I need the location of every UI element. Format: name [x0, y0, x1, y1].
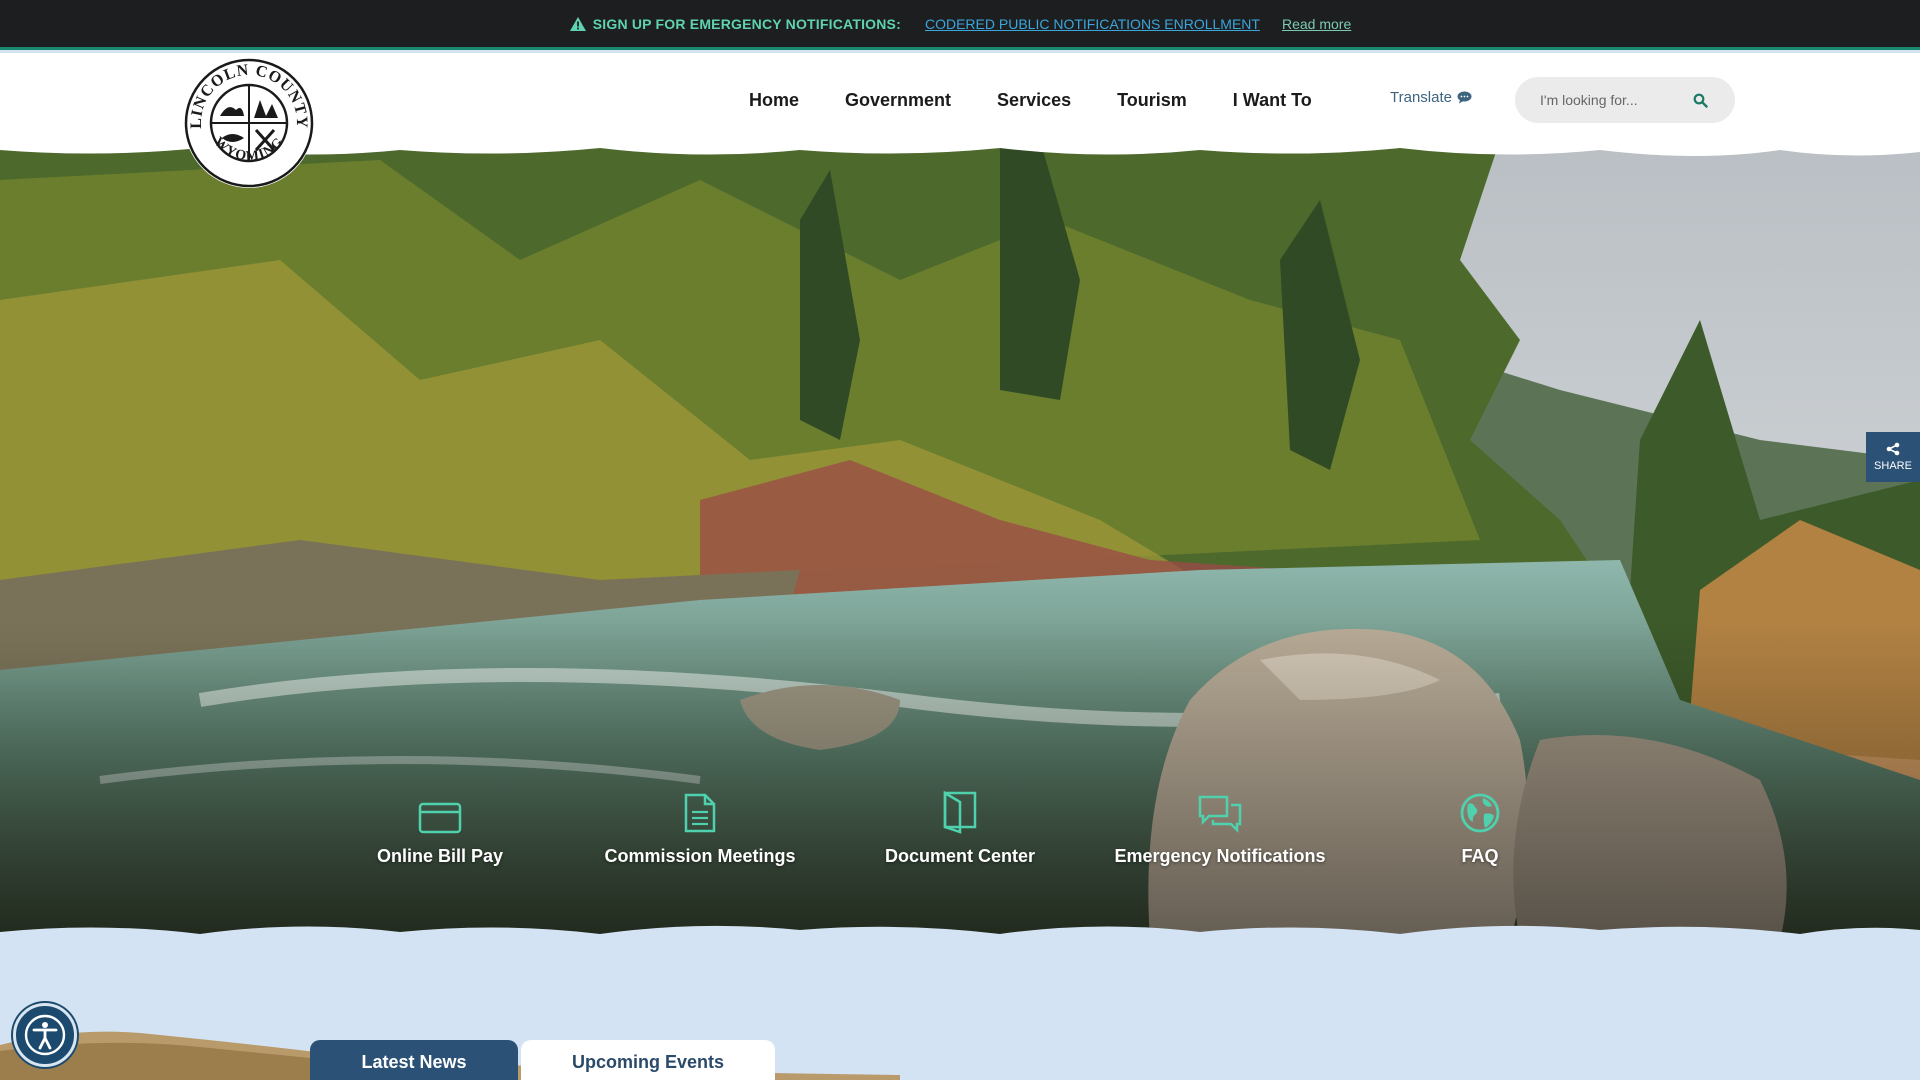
- share-label: SHARE: [1874, 460, 1912, 472]
- accessibility-icon: [24, 1014, 66, 1056]
- quicklink-document-center[interactable]: Document Center: [830, 788, 1090, 867]
- nav-tourism[interactable]: Tourism: [1117, 90, 1187, 111]
- tab-latest-news[interactable]: Latest News: [310, 1040, 518, 1080]
- news-events-tabs: Latest News Upcoming Events: [310, 1040, 775, 1080]
- document-icon: [684, 793, 716, 833]
- quicklink-label: Document Center: [884, 846, 1036, 866]
- quicklink-faq[interactable]: FAQ: [1350, 788, 1610, 867]
- tab-upcoming-events[interactable]: Upcoming Events: [521, 1040, 775, 1080]
- credit-card-icon: [418, 802, 462, 834]
- content-section: [0, 935, 1920, 1080]
- alert-label: SIGN UP FOR EMERGENCY NOTIFICATIONS:: [592, 15, 901, 32]
- nav-i-want-to[interactable]: I Want To: [1233, 90, 1312, 111]
- search-input[interactable]: [1515, 92, 1685, 108]
- warning-icon: [569, 16, 586, 31]
- main-nav: Home Government Services Tourism I Want …: [749, 53, 1358, 147]
- accessibility-button[interactable]: [13, 1003, 77, 1067]
- quicklink-emergency-notifications[interactable]: Emergency Notifications: [1090, 788, 1350, 867]
- share-icon: [1886, 442, 1900, 456]
- search-box: [1515, 77, 1735, 123]
- nav-government[interactable]: Government: [845, 90, 951, 111]
- codered-enrollment-link[interactable]: CODERED PUBLIC NOTIFICATIONS ENROLLMENT: [925, 16, 1260, 32]
- quicklink-commission-meetings[interactable]: Commission Meetings: [570, 788, 830, 867]
- search-button[interactable]: [1685, 85, 1715, 115]
- quicklink-label: Online Bill Pay: [376, 846, 504, 866]
- quicklink-label: FAQ: [1461, 846, 1499, 866]
- county-seal-logo[interactable]: LINCOLN COUNTY WYOMING: [184, 58, 314, 188]
- read-more-link[interactable]: Read more: [1282, 16, 1351, 32]
- alert-bar: SIGN UP FOR EMERGENCY NOTIFICATIONS: COD…: [0, 0, 1920, 50]
- chat-bubbles-icon: [1198, 795, 1242, 834]
- nav-home[interactable]: Home: [749, 90, 799, 111]
- translate-button[interactable]: Translate: [1390, 89, 1472, 106]
- quicklink-label: Emergency Notifications: [1114, 846, 1326, 866]
- county-seal-icon: LINCOLN COUNTY WYOMING: [184, 58, 314, 188]
- quicklink-label: Commission Meetings: [604, 846, 796, 866]
- share-button[interactable]: SHARE: [1866, 432, 1920, 482]
- translate-label: Translate: [1390, 89, 1452, 106]
- speech-bubble-icon: [1457, 91, 1472, 104]
- open-book-icon: [943, 790, 977, 834]
- globe-icon: [1460, 793, 1500, 833]
- decorative-hill-image: [0, 1031, 900, 1080]
- search-icon: [1693, 93, 1708, 108]
- nav-services[interactable]: Services: [997, 90, 1071, 111]
- quicklink-online-bill-pay[interactable]: Online Bill Pay: [310, 788, 570, 867]
- quick-links: Online Bill Pay Commission Meetings Docu…: [0, 788, 1920, 867]
